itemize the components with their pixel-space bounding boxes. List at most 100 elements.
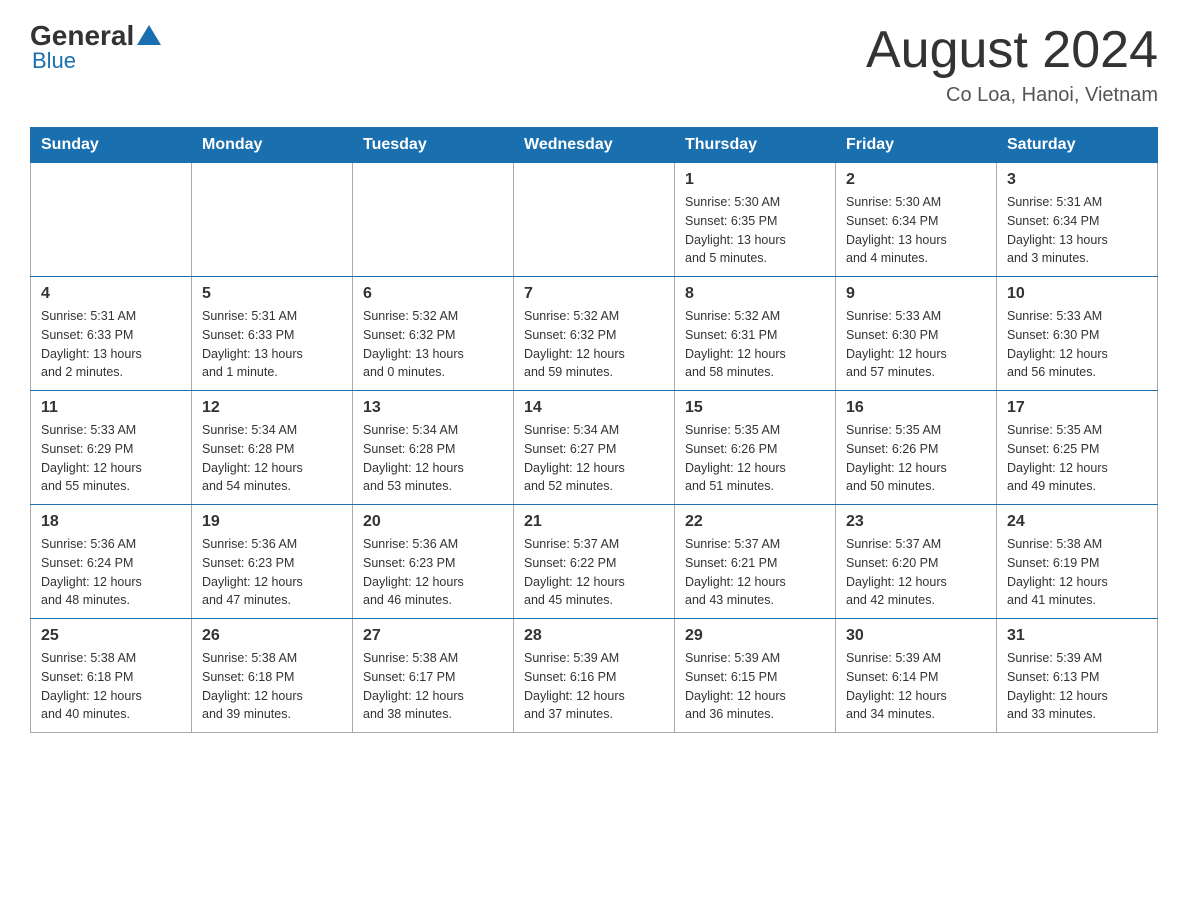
- calendar-cell: 4Sunrise: 5:31 AM Sunset: 6:33 PM Daylig…: [31, 277, 192, 391]
- calendar-cell: 8 Sunrise: 5:32 AM Sunset: 6:31 PM Daylig…: [675, 277, 836, 391]
- logo-blue: Blue: [32, 48, 76, 74]
- calendar-header-sunday: Sunday: [31, 128, 192, 163]
- day-number: 3: [1007, 171, 1147, 189]
- day-info: Sunrise: 5:32 AM Sunset: 6:32 PM Dayligh…: [524, 307, 664, 382]
- day-number: 16: [846, 399, 986, 417]
- calendar-cell: 31 Sunrise: 5:39 AM Sunset: 6:13 PM Dayli…: [997, 619, 1158, 733]
- day-number: 20: [363, 513, 503, 531]
- day-number: 26: [202, 627, 342, 645]
- calendar-header-thursday: Thursday: [675, 128, 836, 163]
- calendar-cell: 13 Sunrise: 5:34 AM Sunset: 6:28 PM Dayli…: [353, 391, 514, 505]
- day-number: 7: [524, 285, 664, 303]
- day-info: Sunrise: 5:30 AM Sunset: 6:34 PM Dayligh…: [846, 193, 986, 268]
- day-number: 12: [202, 399, 342, 417]
- day-number: 17: [1007, 399, 1147, 417]
- calendar-week-row: 4 Sunrise: 5:31 AM Sunset: 6:33 PM Daylig…: [31, 277, 1158, 391]
- day-number: 5: [202, 285, 342, 303]
- calendar-cell: 18 Sunrise: 5:36 AM Sunset: 6:24 PM Dayli…: [31, 505, 192, 619]
- calendar-cell: 23 Sunrise: 5:37 AM Sunset: 6:20 PM Dayli…: [836, 505, 997, 619]
- day-info: Sunrise: 5:31 AM Sunset: 6:33 PM Dayligh…: [202, 307, 342, 382]
- day-number: 29: [685, 627, 825, 645]
- calendar-cell: 10 Sunrise: 5:33 AM Sunset: 6:30 PM Dayli…: [997, 277, 1158, 391]
- day-info: Sunrise: 5:37 AM Sunset: 6:20 PM Dayligh…: [846, 535, 986, 610]
- day-info: Sunrise: 5:38 AM Sunset: 6:18 PM Dayligh…: [202, 649, 342, 724]
- calendar-cell: 20 Sunrise: 5:36 AM Sunset: 6:23 PM Dayli…: [353, 505, 514, 619]
- day-info: Sunrise: 5:33 AM Sunset: 6:30 PM Dayligh…: [846, 307, 986, 382]
- day-number: 10: [1007, 285, 1147, 303]
- logo: General Blue: [30, 20, 161, 74]
- day-number: 1: [685, 171, 825, 189]
- calendar-cell: 16 Sunrise: 5:35 AM Sunset: 6:26 PM Dayli…: [836, 391, 997, 505]
- day-number: 24: [1007, 513, 1147, 531]
- day-info: Sunrise: 5:32 AM Sunset: 6:31 PM Dayligh…: [685, 307, 825, 382]
- day-info: Sunrise: 5:33 AM Sunset: 6:30 PM Dayligh…: [1007, 307, 1147, 382]
- calendar-cell: 21Sunrise: 5:37 AM Sunset: 6:22 PM Dayli…: [514, 505, 675, 619]
- day-info: Sunrise: 5:39 AM Sunset: 6:13 PM Dayligh…: [1007, 649, 1147, 724]
- day-info: Sunrise: 5:30 AM Sunset: 6:35 PM Dayligh…: [685, 193, 825, 268]
- calendar-header-tuesday: Tuesday: [353, 128, 514, 163]
- calendar-cell: 29Sunrise: 5:39 AM Sunset: 6:15 PM Dayli…: [675, 619, 836, 733]
- calendar-cell: [353, 163, 514, 277]
- calendar-cell: 6Sunrise: 5:32 AM Sunset: 6:32 PM Daylig…: [353, 277, 514, 391]
- calendar-header-saturday: Saturday: [997, 128, 1158, 163]
- day-info: Sunrise: 5:34 AM Sunset: 6:28 PM Dayligh…: [363, 421, 503, 496]
- day-info: Sunrise: 5:35 AM Sunset: 6:25 PM Dayligh…: [1007, 421, 1147, 496]
- day-number: 23: [846, 513, 986, 531]
- day-info: Sunrise: 5:39 AM Sunset: 6:14 PM Dayligh…: [846, 649, 986, 724]
- calendar-cell: 25Sunrise: 5:38 AM Sunset: 6:18 PM Dayli…: [31, 619, 192, 733]
- day-info: Sunrise: 5:37 AM Sunset: 6:21 PM Dayligh…: [685, 535, 825, 610]
- calendar-cell: 15 Sunrise: 5:35 AM Sunset: 6:26 PM Dayli…: [675, 391, 836, 505]
- calendar-cell: 28 Sunrise: 5:39 AM Sunset: 6:16 PM Dayli…: [514, 619, 675, 733]
- day-info: Sunrise: 5:32 AM Sunset: 6:32 PM Dayligh…: [363, 307, 503, 382]
- calendar-cell: 19 Sunrise: 5:36 AM Sunset: 6:23 PM Dayli…: [192, 505, 353, 619]
- day-number: 8: [685, 285, 825, 303]
- day-number: 22: [685, 513, 825, 531]
- page-header: General Blue August 2024 Co Loa, Hanoi, …: [30, 20, 1158, 107]
- calendar-header-monday: Monday: [192, 128, 353, 163]
- day-info: Sunrise: 5:35 AM Sunset: 6:26 PM Dayligh…: [685, 421, 825, 496]
- calendar-week-row: 25 Sunrise: 5:38 AM Sunset: 6:18 PM Dayli…: [31, 619, 1158, 733]
- calendar-table: SundayMondayTuesdayWednesdayThursdayFrid…: [30, 127, 1158, 733]
- day-info: Sunrise: 5:33 AM Sunset: 6:29 PM Dayligh…: [41, 421, 181, 496]
- day-number: 19: [202, 513, 342, 531]
- calendar-cell: [192, 163, 353, 277]
- day-info: Sunrise: 5:36 AM Sunset: 6:23 PM Dayligh…: [363, 535, 503, 610]
- calendar-week-row: 18 Sunrise: 5:36 AM Sunset: 6:24 PM Dayli…: [31, 505, 1158, 619]
- calendar-header-friday: Friday: [836, 128, 997, 163]
- day-number: 4: [41, 285, 181, 303]
- day-number: 15: [685, 399, 825, 417]
- calendar-cell: 5 Sunrise: 5:31 AM Sunset: 6:33 PM Daylig…: [192, 277, 353, 391]
- month-title: August 2024: [866, 20, 1158, 80]
- calendar-cell: 9 Sunrise: 5:33 AM Sunset: 6:30 PM Daylig…: [836, 277, 997, 391]
- location: Co Loa, Hanoi, Vietnam: [866, 84, 1158, 107]
- day-number: 13: [363, 399, 503, 417]
- day-number: 2: [846, 171, 986, 189]
- day-number: 9: [846, 285, 986, 303]
- day-info: Sunrise: 5:37 AM Sunset: 6:22 PM Dayligh…: [524, 535, 664, 610]
- title-section: August 2024 Co Loa, Hanoi, Vietnam: [866, 20, 1158, 107]
- day-info: Sunrise: 5:31 AM Sunset: 6:34 PM Dayligh…: [1007, 193, 1147, 268]
- calendar-week-row: 1 Sunrise: 5:30 AM Sunset: 6:35 PM Daylig…: [31, 163, 1158, 277]
- calendar-cell: 12 Sunrise: 5:34 AM Sunset: 6:28 PM Dayli…: [192, 391, 353, 505]
- calendar-cell: 22 Sunrise: 5:37 AM Sunset: 6:21 PM Dayli…: [675, 505, 836, 619]
- calendar-cell: 1 Sunrise: 5:30 AM Sunset: 6:35 PM Daylig…: [675, 163, 836, 277]
- calendar-cell: 30Sunrise: 5:39 AM Sunset: 6:14 PM Dayli…: [836, 619, 997, 733]
- calendar-cell: [514, 163, 675, 277]
- calendar-header-row: SundayMondayTuesdayWednesdayThursdayFrid…: [31, 128, 1158, 163]
- day-number: 28: [524, 627, 664, 645]
- day-info: Sunrise: 5:36 AM Sunset: 6:23 PM Dayligh…: [202, 535, 342, 610]
- calendar-cell: 27Sunrise: 5:38 AM Sunset: 6:17 PM Dayli…: [353, 619, 514, 733]
- day-number: 31: [1007, 627, 1147, 645]
- day-info: Sunrise: 5:34 AM Sunset: 6:27 PM Dayligh…: [524, 421, 664, 496]
- day-info: Sunrise: 5:39 AM Sunset: 6:16 PM Dayligh…: [524, 649, 664, 724]
- day-info: Sunrise: 5:36 AM Sunset: 6:24 PM Dayligh…: [41, 535, 181, 610]
- calendar-cell: [31, 163, 192, 277]
- day-info: Sunrise: 5:35 AM Sunset: 6:26 PM Dayligh…: [846, 421, 986, 496]
- calendar-cell: 24Sunrise: 5:38 AM Sunset: 6:19 PM Dayli…: [997, 505, 1158, 619]
- calendar-week-row: 11Sunrise: 5:33 AM Sunset: 6:29 PM Dayli…: [31, 391, 1158, 505]
- logo-triangle-icon: [137, 25, 161, 45]
- day-number: 25: [41, 627, 181, 645]
- calendar-cell: 2 Sunrise: 5:30 AM Sunset: 6:34 PM Daylig…: [836, 163, 997, 277]
- day-number: 18: [41, 513, 181, 531]
- day-info: Sunrise: 5:34 AM Sunset: 6:28 PM Dayligh…: [202, 421, 342, 496]
